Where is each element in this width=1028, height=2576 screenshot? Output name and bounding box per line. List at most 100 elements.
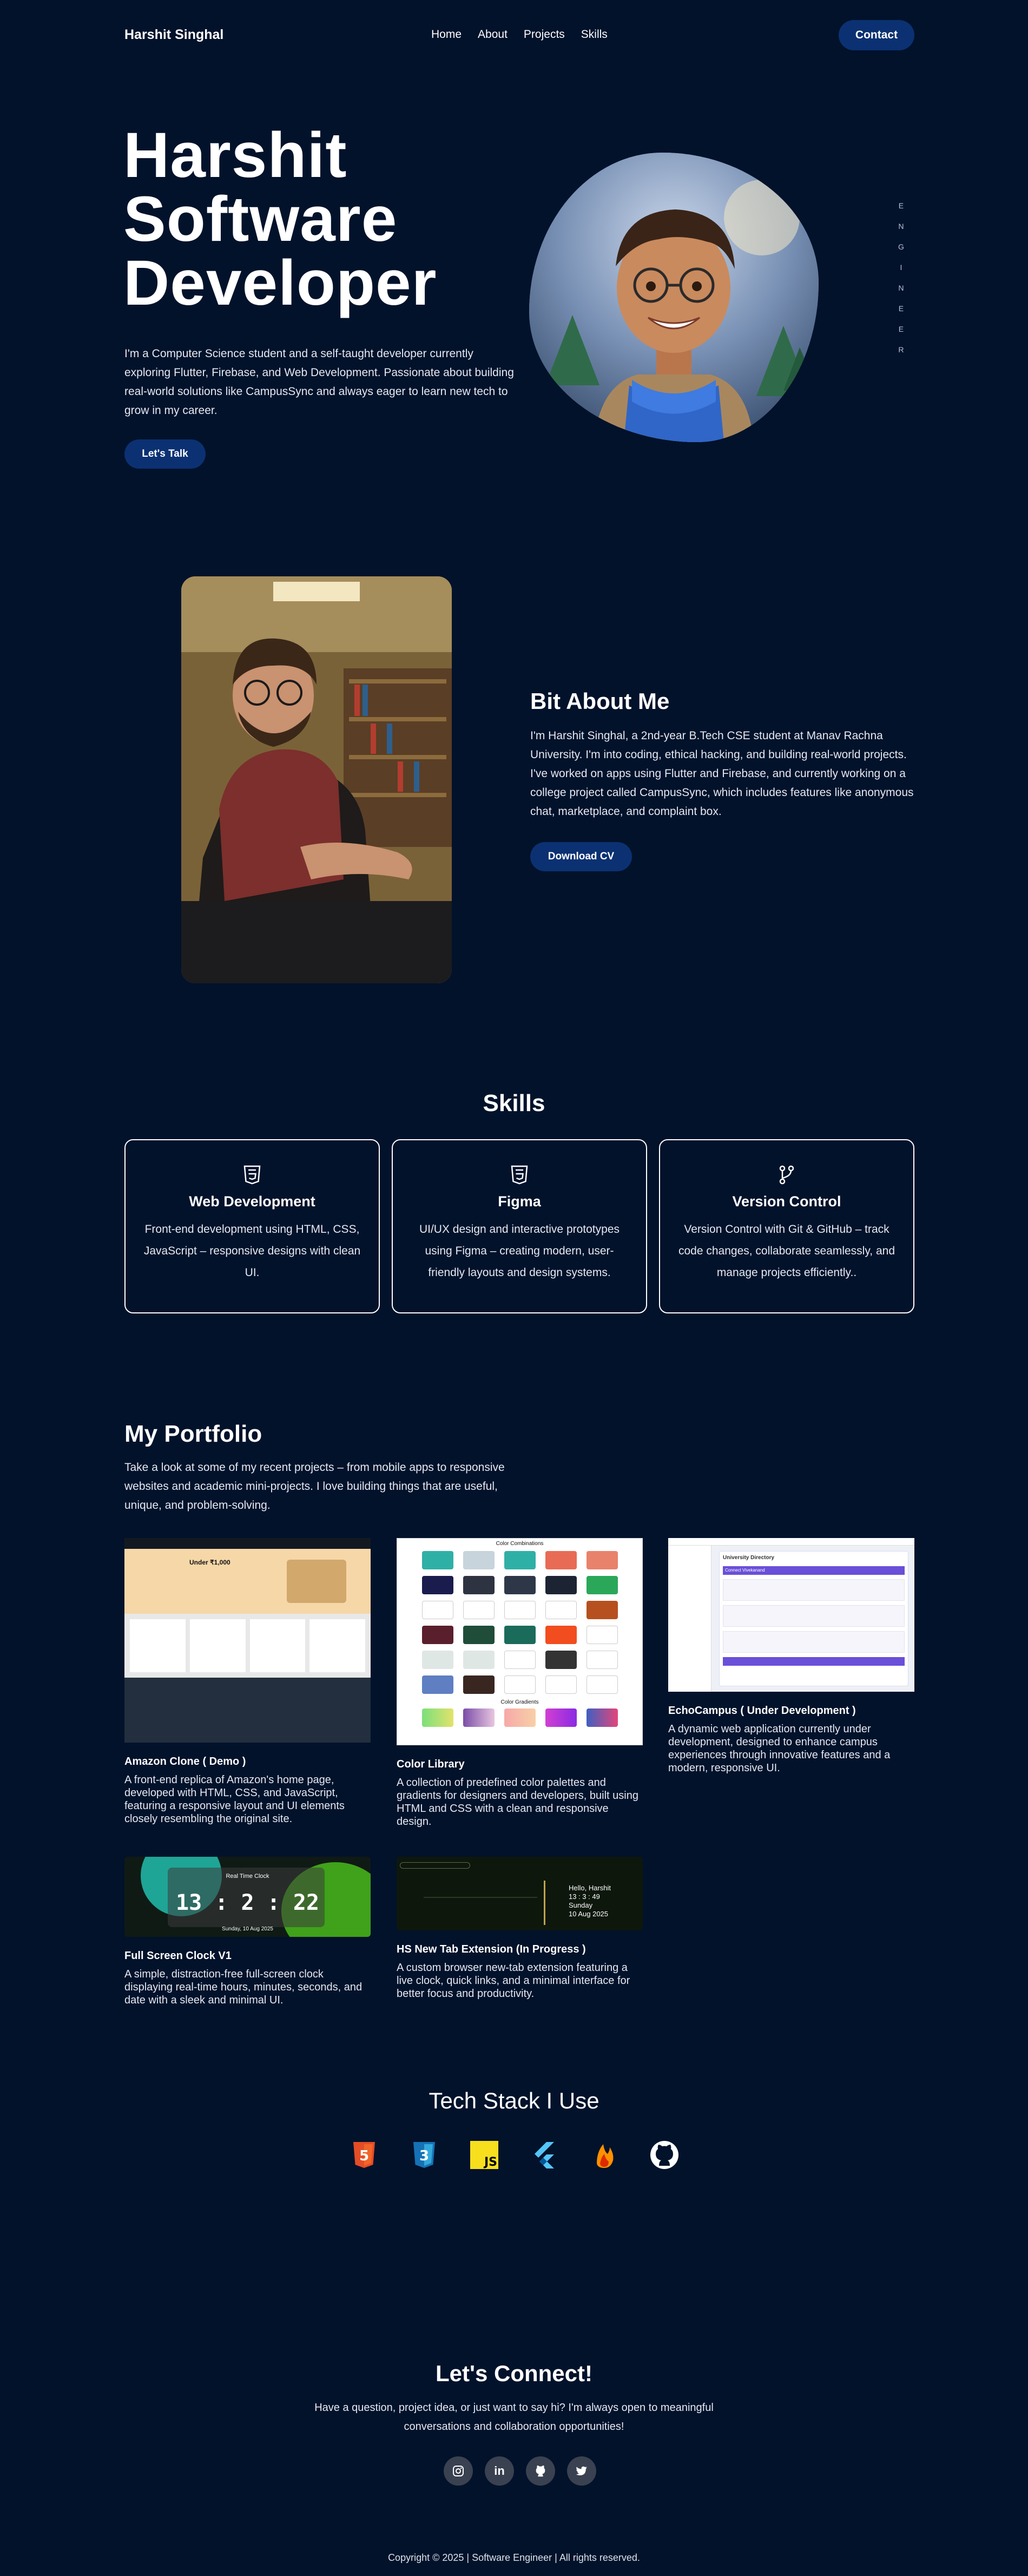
vertical-letter: I	[900, 263, 902, 272]
skill-name: Web Development	[189, 1193, 315, 1210]
tech-stack-icons: 5 3 JS	[349, 2140, 680, 2170]
project-description: A front-end replica of Amazon's home pag…	[124, 1774, 345, 1825]
hero-description: I'm a Computer Science student and a sel…	[124, 347, 514, 417]
project-card-new-tab[interactable]: Hello, Harshit 13 : 3 : 49 Sunday 10 Aug…	[397, 1857, 643, 2000]
project-card-amazon[interactable]: Under ₹1,000 Amazon Clone ( Demo ) A fro…	[124, 1538, 371, 1825]
html5-icon	[243, 1165, 261, 1185]
flutter-icon	[535, 2142, 554, 2168]
project-description: A custom browser new-tab extension featu…	[397, 1962, 630, 2000]
about-title: Bit About Me	[530, 688, 670, 714]
brand-name[interactable]: Harshit Singhal	[124, 27, 223, 43]
twitter-link[interactable]	[567, 2456, 596, 2486]
vertical-letter: E	[898, 325, 904, 333]
nav-projects[interactable]: Projects	[524, 28, 565, 41]
skill-description: Front-end development using HTML, CSS, J…	[143, 1223, 361, 1279]
thumb-time: 13 : 3 : 49	[569, 1892, 600, 1901]
social-links: in	[444, 2456, 596, 2486]
contact-button[interactable]: Contact	[839, 20, 914, 50]
main-nav: Home About Projects Skills	[431, 28, 608, 41]
footer-copyright: Copyright © 2025 | Software Engineer | A…	[388, 2552, 640, 2563]
about-photo	[181, 576, 452, 983]
project-thumbnail[interactable]: Color Combinations Color Gradients	[397, 1538, 643, 1745]
hero-title: Harshit Software Developer	[123, 123, 437, 315]
skill-name: Version Control	[732, 1193, 841, 1210]
linkedin-link[interactable]: in	[485, 2456, 514, 2486]
vertical-letter: N	[898, 284, 904, 292]
portfolio-title: My Portfolio	[124, 1421, 262, 1447]
html5-icon	[511, 1165, 528, 1185]
lets-talk-button[interactable]: Let's Talk	[124, 439, 206, 469]
thumb-label: Real Time Clock	[226, 1873, 269, 1880]
github-icon	[536, 2465, 545, 2477]
skill-card-figma: Figma UI/UX design and interactive proto…	[392, 1139, 647, 1313]
thumb-title: Color Combinations	[496, 1541, 544, 1547]
vertical-letter: N	[898, 222, 904, 231]
github-icon	[650, 2141, 678, 2169]
connect-title: Let's Connect!	[435, 2361, 592, 2386]
git-branch-icon	[779, 1165, 794, 1185]
twitter-icon	[576, 2466, 587, 2475]
nav-about[interactable]: About	[478, 28, 508, 41]
vertical-letter: E	[898, 201, 904, 210]
portfolio-description: Take a look at some of my recent project…	[124, 1461, 505, 1512]
project-name: HS New Tab Extension (In Progress )	[397, 1943, 586, 1955]
project-name: Amazon Clone ( Demo )	[124, 1756, 246, 1767]
skills-title: Skills	[483, 1090, 545, 1116]
project-description: A collection of predefined color palette…	[397, 1777, 638, 1828]
project-thumbnail[interactable]: Under ₹1,000	[124, 1538, 371, 1743]
vertical-letter: E	[898, 304, 904, 313]
skill-card-version-control: Version Control Version Control with Git…	[659, 1139, 914, 1313]
thumb-date: 10 Aug 2025	[569, 1910, 609, 1918]
thumb-date: Sunday, 10 Aug 2025	[222, 1926, 273, 1932]
project-name: Full Screen Clock V1	[124, 1950, 232, 1962]
thumb-greeting: Hello, Harshit	[569, 1884, 611, 1892]
tech-stack-title: Tech Stack I Use	[429, 2088, 599, 2113]
hero-title-line: Developer	[123, 247, 437, 319]
hero-avatar	[529, 153, 819, 442]
project-name: EchoCampus ( Under Development )	[668, 1705, 856, 1717]
project-thumbnail[interactable]: Real Time Clock 13 : 2 : 22 Sunday, 10 A…	[124, 1857, 371, 1937]
download-cv-button[interactable]: Download CV	[530, 842, 632, 871]
project-card-color-library[interactable]: Color Combinations Color Gradients Color…	[397, 1538, 643, 1828]
instagram-link[interactable]	[444, 2456, 473, 2486]
project-description: A dynamic web application currently unde…	[668, 1723, 891, 1774]
project-description: A simple, distraction-free full-screen c…	[124, 1968, 363, 2006]
skill-card-web: Web Development Front-end development us…	[124, 1139, 380, 1313]
github-link[interactable]	[526, 2456, 555, 2486]
project-name: Color Library	[397, 1758, 465, 1770]
linkedin-icon: in	[494, 2464, 505, 2478]
thumb-clock: Hello, Harshit 13 : 3 : 49 Sunday 10 Aug…	[569, 1884, 611, 1918]
project-card-echocampus[interactable]: University Directory Connect Vivekanand …	[668, 1538, 914, 1775]
html5-icon: 5	[353, 2142, 375, 2168]
thumb-title: University Directory	[723, 1555, 775, 1561]
project-thumbnail[interactable]: University Directory Connect Vivekanand	[668, 1538, 914, 1692]
connect-description: Have a question, project idea, or just w…	[314, 2402, 714, 2433]
css3-icon: 3	[413, 2142, 435, 2168]
thumb-section: Connect Vivekanand	[723, 1566, 905, 1575]
html5-number: 5	[359, 2148, 369, 2164]
avatar-illustration	[529, 153, 819, 442]
nav-skills[interactable]: Skills	[581, 28, 608, 41]
thumb-subtitle: Color Gradients	[500, 1699, 539, 1705]
hero-title-line: Harshit	[123, 120, 347, 191]
hero-title-line: Software	[123, 183, 398, 255]
thumb-headline: Under ₹1,000	[189, 1559, 230, 1566]
skill-name: Figma	[498, 1193, 541, 1210]
project-card-clock[interactable]: Real Time Clock 13 : 2 : 22 Sunday, 10 A…	[124, 1857, 371, 2007]
instagram-icon	[453, 2466, 464, 2476]
about-description: I'm Harshit Singhal, a 2nd-year B.Tech C…	[530, 730, 914, 818]
skill-description: UI/UX design and interactive prototypes …	[419, 1223, 620, 1279]
css3-number: 3	[419, 2148, 429, 2164]
skill-description: Version Control with Git & GitHub – trac…	[678, 1223, 895, 1279]
vertical-letter: R	[898, 345, 904, 354]
firebase-icon	[597, 2144, 614, 2168]
project-thumbnail[interactable]: Hello, Harshit 13 : 3 : 49 Sunday 10 Aug…	[397, 1857, 643, 1930]
vertical-letter: G	[898, 242, 904, 251]
javascript-label: JS	[483, 2156, 497, 2169]
thumb-day: Sunday	[569, 1901, 593, 1909]
engineer-vertical-text: E N G I N E E R	[898, 201, 904, 354]
javascript-icon: JS	[470, 2141, 498, 2169]
about-illustration	[181, 576, 452, 983]
thumb-time: 13 : 2 : 22	[176, 1890, 319, 1915]
nav-home[interactable]: Home	[431, 28, 462, 41]
